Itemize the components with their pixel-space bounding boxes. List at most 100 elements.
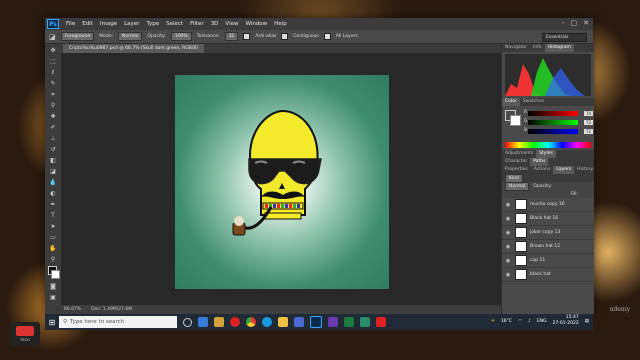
color-spectrum[interactable] <box>505 142 591 148</box>
blend-mode-select[interactable]: Normal <box>505 181 530 191</box>
tab-styles[interactable]: Styles <box>536 150 556 158</box>
paint-bucket-tool-icon[interactable]: ◪ <box>47 167 59 176</box>
dodge-tool-icon[interactable]: ◐ <box>47 189 59 198</box>
background-color-swatch[interactable] <box>510 115 521 126</box>
rectangle-tool-icon[interactable]: ▭ <box>47 233 59 242</box>
close-button[interactable]: ✕ <box>583 19 589 27</box>
edge-icon[interactable] <box>262 317 272 327</box>
tab-adjustments[interactable]: Adjustments <box>502 150 536 158</box>
g-value[interactable]: 72 <box>584 120 593 125</box>
workspace-select[interactable]: Essentials <box>542 33 587 42</box>
paint-bucket-icon[interactable]: ◪ <box>49 33 56 41</box>
eye-icon[interactable]: ◉ <box>505 244 511 250</box>
mode-select[interactable]: Normal <box>118 32 143 41</box>
screen-mode-icon[interactable]: ▣ <box>47 293 59 302</box>
canvas-area[interactable] <box>61 53 501 305</box>
network-icon[interactable]: ◠ <box>518 319 522 324</box>
taskbar-search[interactable]: ⚲ Type here to search <box>59 316 177 328</box>
tab-history[interactable]: History <box>574 166 596 174</box>
eyedropper-tool-icon[interactable]: ⚲ <box>47 101 59 110</box>
language-indicator[interactable]: ENG <box>537 319 547 324</box>
quick-select-tool-icon[interactable]: ✎ <box>47 79 59 88</box>
weather-icon[interactable]: ☀ <box>491 319 495 324</box>
r-value[interactable]: 74 <box>584 111 593 116</box>
tab-paths[interactable]: Paths <box>530 158 549 166</box>
tab-character[interactable]: Character <box>502 158 530 166</box>
tolerance-input[interactable]: 32 <box>224 32 239 41</box>
menu-view[interactable]: View <box>225 21 238 27</box>
menu-image[interactable]: Image <box>100 21 117 27</box>
stamp-tool-icon[interactable]: ⊥ <box>47 134 59 143</box>
tab-actions[interactable]: Actions <box>531 166 553 174</box>
zoom-level[interactable]: 66.67% <box>64 307 81 312</box>
tab-navigator[interactable]: Navigator <box>502 44 530 52</box>
eye-icon[interactable]: ◉ <box>505 230 511 236</box>
brush-tool-icon[interactable]: ✐ <box>47 123 59 132</box>
store-icon[interactable] <box>294 317 304 327</box>
windows-start-icon[interactable]: ⊞ <box>45 314 59 330</box>
volume-icon[interactable]: ♪ <box>528 319 531 324</box>
opacity-input[interactable]: 100% <box>170 32 192 41</box>
b-slider[interactable] <box>528 129 578 134</box>
photoshop-taskbar-icon[interactable] <box>310 316 322 328</box>
tab-histogram[interactable]: Histogram <box>544 44 574 52</box>
r-slider[interactable] <box>528 111 578 116</box>
eye-icon[interactable]: ◉ <box>505 216 511 222</box>
layer-row[interactable]: ◉ joker copy 13 <box>502 226 594 240</box>
tab-swatches[interactable]: Swatches <box>520 98 548 106</box>
tab-info[interactable]: Info <box>530 44 545 52</box>
type-tool-icon[interactable]: T <box>47 211 59 220</box>
layer-row[interactable]: ◉ cap 11 <box>502 254 594 268</box>
media-icon[interactable] <box>328 317 338 327</box>
layer-row[interactable]: ◉ Black hat 16 <box>502 212 594 226</box>
lasso-tool-icon[interactable]: ℓ <box>47 68 59 77</box>
menu-window[interactable]: Window <box>245 21 267 27</box>
b-value[interactable]: 72 <box>584 129 593 134</box>
all-layers-checkbox[interactable] <box>323 33 331 40</box>
eraser-tool-icon[interactable]: ◧ <box>47 156 59 165</box>
quick-mask-icon[interactable]: ◙ <box>47 282 59 291</box>
menu-file[interactable]: File <box>66 21 75 27</box>
path-select-tool-icon[interactable]: ➤ <box>47 222 59 231</box>
maximize-button[interactable]: ▢ <box>571 19 578 27</box>
app-icon[interactable] <box>360 317 370 327</box>
menu-filter[interactable]: Filter <box>190 21 204 27</box>
eye-icon[interactable]: ◉ <box>505 258 511 264</box>
eye-icon[interactable]: ◉ <box>505 202 511 208</box>
menu-help[interactable]: Help <box>274 21 287 27</box>
minimize-button[interactable]: - <box>562 19 565 27</box>
task-view-icon[interactable] <box>183 317 192 327</box>
healing-tool-icon[interactable]: ✚ <box>47 112 59 121</box>
notifications-icon[interactable]: ▤ <box>585 319 589 324</box>
chrome-icon[interactable] <box>246 317 256 327</box>
layer-row[interactable]: ◉ black hat <box>502 268 594 282</box>
artboard[interactable] <box>175 75 389 289</box>
widgets-icon[interactable] <box>198 317 208 327</box>
g-slider[interactable] <box>528 120 578 125</box>
menu-layer[interactable]: Layer <box>124 21 139 27</box>
eye-icon[interactable]: ◉ <box>505 272 511 278</box>
pen-tool-icon[interactable]: ✒ <box>47 200 59 209</box>
zoom-tool-icon[interactable]: ⚲ <box>47 255 59 264</box>
hand-tool-icon[interactable]: ✋ <box>47 244 59 253</box>
tab-layers[interactable]: Layers <box>553 166 575 174</box>
menu-3d[interactable]: 3D <box>211 21 219 27</box>
menu-edit[interactable]: Edit <box>82 21 93 27</box>
layer-row[interactable]: ◉ mucha copy 16 <box>502 198 594 212</box>
crop-tool-icon[interactable]: ⌗ <box>47 90 59 99</box>
menu-select[interactable]: Select <box>166 21 183 27</box>
folder-icon[interactable] <box>278 317 288 327</box>
color-swatches-icon[interactable] <box>47 266 60 280</box>
files-icon[interactable] <box>214 317 224 327</box>
layer-row[interactable]: ◉ Brown hat 12 <box>502 240 594 254</box>
fill-source-select[interactable]: Foreground <box>60 32 95 41</box>
blur-tool-icon[interactable]: 💧 <box>47 178 59 187</box>
move-tool-icon[interactable]: ✥ <box>47 46 59 55</box>
excel-icon[interactable] <box>344 317 354 327</box>
tab-color[interactable]: Color <box>502 98 520 106</box>
contiguous-checkbox[interactable] <box>281 33 289 40</box>
pdf-icon[interactable] <box>376 317 386 327</box>
opera-icon[interactable] <box>230 317 240 327</box>
menu-type[interactable]: Type <box>146 21 159 27</box>
document-tab[interactable]: Cripto%u%u0987.psd @ 66.7% (Skull dark g… <box>63 44 204 53</box>
